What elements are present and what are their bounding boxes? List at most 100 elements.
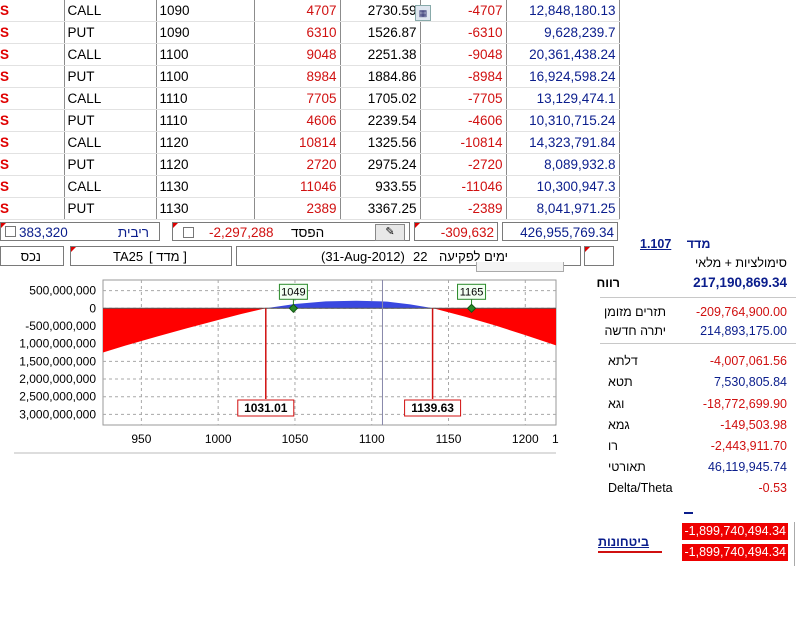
- quantity-cell: 11046: [254, 175, 341, 198]
- quantity-cell: 10814: [254, 131, 341, 154]
- value-cell: 8,089,932.8: [506, 153, 620, 176]
- value-cell: 20,361,438.24: [506, 43, 620, 66]
- panel-index-value[interactable]: 1.107: [640, 237, 671, 251]
- option-type-cell: CALL: [64, 175, 157, 198]
- quantity-cell: 2389: [254, 197, 341, 220]
- quantity-cell: 6310: [254, 21, 341, 44]
- option-type-cell: CALL: [64, 131, 157, 154]
- edit-icon[interactable]: ✎: [375, 224, 405, 241]
- table-row[interactable]: S PUT 1120 2720 2975.24 -2720 8,089,932.8: [0, 153, 620, 176]
- positions-table: S CALL 1090 4707 2730.59 -4707 12,848,180.13 S P…: [0, 0, 620, 220]
- interest-label: ריבית: [117, 225, 149, 240]
- hedges-link[interactable]: ביטחונות: [598, 535, 649, 549]
- option-type-cell: CALL: [64, 43, 157, 66]
- sims-label: סימולציות + מלאי: [694, 256, 787, 270]
- interest-box: 383,320 ריבית: [0, 222, 160, 241]
- strike-cell: 1090: [156, 0, 255, 22]
- strike-cell: 1110: [156, 87, 255, 110]
- option-type-cell: PUT: [64, 65, 157, 88]
- greek-label: תאורטי: [608, 460, 646, 474]
- panel-index[interactable]: 1.107 מדד: [640, 237, 710, 251]
- loss-checkbox[interactable]: [183, 227, 194, 238]
- right-selector[interactable]: [584, 246, 614, 266]
- greek-row: רו -2,443,911.70: [600, 436, 790, 456]
- price-cell: 1884.86: [340, 65, 421, 88]
- table-row[interactable]: S CALL 1100 9048 2251.38 -9048 20,361,438.24: [0, 43, 620, 66]
- price-cell: 3367.25: [340, 197, 421, 220]
- x-tick-label: 1150: [436, 432, 462, 446]
- row-prefix-cell: S: [0, 43, 65, 66]
- value-cell: 14,323,791.84: [506, 131, 620, 154]
- days-to-expiry: 22: [413, 249, 428, 264]
- greek-value: -4,007,061.56: [709, 354, 787, 368]
- quantity-cell: 7705: [254, 87, 341, 110]
- interest-checkbox[interactable]: [5, 226, 16, 237]
- payoff-chart: 500,000,000 0 -500,000,000 1,000,000,000 1,5…: [14, 279, 559, 454]
- option-type-cell: PUT: [64, 109, 157, 132]
- greek-value: -0.53: [758, 481, 788, 495]
- value-cell: 16,924,598.24: [506, 65, 620, 88]
- neg-quantity-cell: -8984: [420, 65, 507, 88]
- greek-row: וגא -18,772,699.90: [600, 394, 790, 414]
- greek-row: גמא -149,503.98: [600, 415, 790, 435]
- y-tick-label: 1,500,000,000: [19, 354, 96, 368]
- value-cell: 10,300,947.3: [506, 175, 620, 198]
- price-cell: 2730.59: [340, 0, 421, 22]
- greek-label: Delta/Theta: [608, 481, 673, 495]
- price-cell: 2251.38: [340, 43, 421, 66]
- quantity-cell: 4606: [254, 109, 341, 132]
- option-type-cell: CALL: [64, 87, 157, 110]
- table-row[interactable]: S PUT 1090 6310 1526.87 -6310 9,628,239.7: [0, 21, 620, 44]
- price-cell: 1325.56: [340, 131, 421, 154]
- cash-flow-value: -209,764,900.00: [695, 305, 787, 319]
- panel-index-label: מדד: [686, 237, 711, 251]
- chart-tab-tooltip: [476, 262, 564, 272]
- greek-value: -18,772,699.90: [702, 397, 787, 411]
- x-tick-label: 1050: [282, 432, 309, 446]
- neg-quantity-cell: -4707: [420, 0, 507, 22]
- loss-box: -2,297,288 הפסד ✎: [172, 222, 410, 241]
- x-tick-label: 1000: [205, 432, 232, 446]
- calculator-icon[interactable]: ▦: [415, 5, 431, 21]
- breakeven-label: 1139.63: [411, 401, 454, 415]
- quantity-cell: 2720: [254, 153, 341, 176]
- strike-cell: 1120: [156, 131, 255, 154]
- breakeven-label: 1031.01: [244, 401, 288, 415]
- y-tick-label: -500,000,000: [25, 319, 96, 333]
- price-cell: 2239.54: [340, 109, 421, 132]
- neg-total: -309,632: [440, 225, 494, 240]
- table-row[interactable]: S CALL 1130 11046 933.55 -11046 10,300,947.3: [0, 175, 620, 198]
- y-tick-label: 2,000,000,000: [19, 372, 96, 386]
- table-row[interactable]: S PUT 1130 2389 3367.25 -2389 8,041,971.25: [0, 197, 620, 220]
- greek-label: גמא: [608, 418, 630, 432]
- greek-row: דלתא -4,007,061.56: [600, 351, 790, 371]
- greek-label: וגא: [608, 397, 625, 411]
- neg-quantity-cell: -11046: [420, 175, 507, 198]
- neg-quantity-cell: -10814: [420, 131, 507, 154]
- total-value-box: 426,955,769.34: [502, 222, 618, 241]
- table-row[interactable]: S PUT 1110 4606 2239.54 -4606 10,310,715.24: [0, 109, 620, 132]
- table-row[interactable]: S CALL 1110 7705 1705.02 -7705 13,129,474.1: [0, 87, 620, 110]
- strike-cell: 1120: [156, 153, 255, 176]
- hedge-value-2: -1,899,740,494.34: [682, 544, 788, 561]
- table-row[interactable]: S CALL 1120 10814 1325.56 -10814 14,323,791.84: [0, 131, 620, 154]
- value-cell: 9,628,239.7: [506, 21, 620, 44]
- index-selector[interactable]: TA25 [ מדד ]: [70, 246, 232, 266]
- profit-value: 217,190,869.34: [693, 275, 787, 290]
- price-cell: 2975.24: [340, 153, 421, 176]
- option-type-cell: CALL: [64, 0, 157, 22]
- total-value: 426,955,769.34: [520, 225, 614, 240]
- cash-flow-row: תזרים מזומן -209,764,900.00: [600, 302, 790, 322]
- x-tick-label-edge: 1: [552, 432, 559, 446]
- assets-box[interactable]: נכס: [0, 246, 64, 266]
- interest-value: 383,320: [19, 225, 68, 240]
- table-row[interactable]: S PUT 1100 8984 1884.86 -8984 16,924,598.24: [0, 65, 620, 88]
- table-row[interactable]: S CALL 1090 4707 2730.59 -4707 12,848,180.13: [0, 0, 620, 22]
- neg-total-box: -309,632: [414, 222, 498, 241]
- neg-quantity-cell: -2389: [420, 197, 507, 220]
- loss-label: הפסד: [291, 225, 325, 240]
- option-type-cell: PUT: [64, 197, 157, 220]
- price-cell: 933.55: [340, 175, 421, 198]
- price-cell: 1526.87: [340, 21, 421, 44]
- value-cell: 8,041,971.25: [506, 197, 620, 220]
